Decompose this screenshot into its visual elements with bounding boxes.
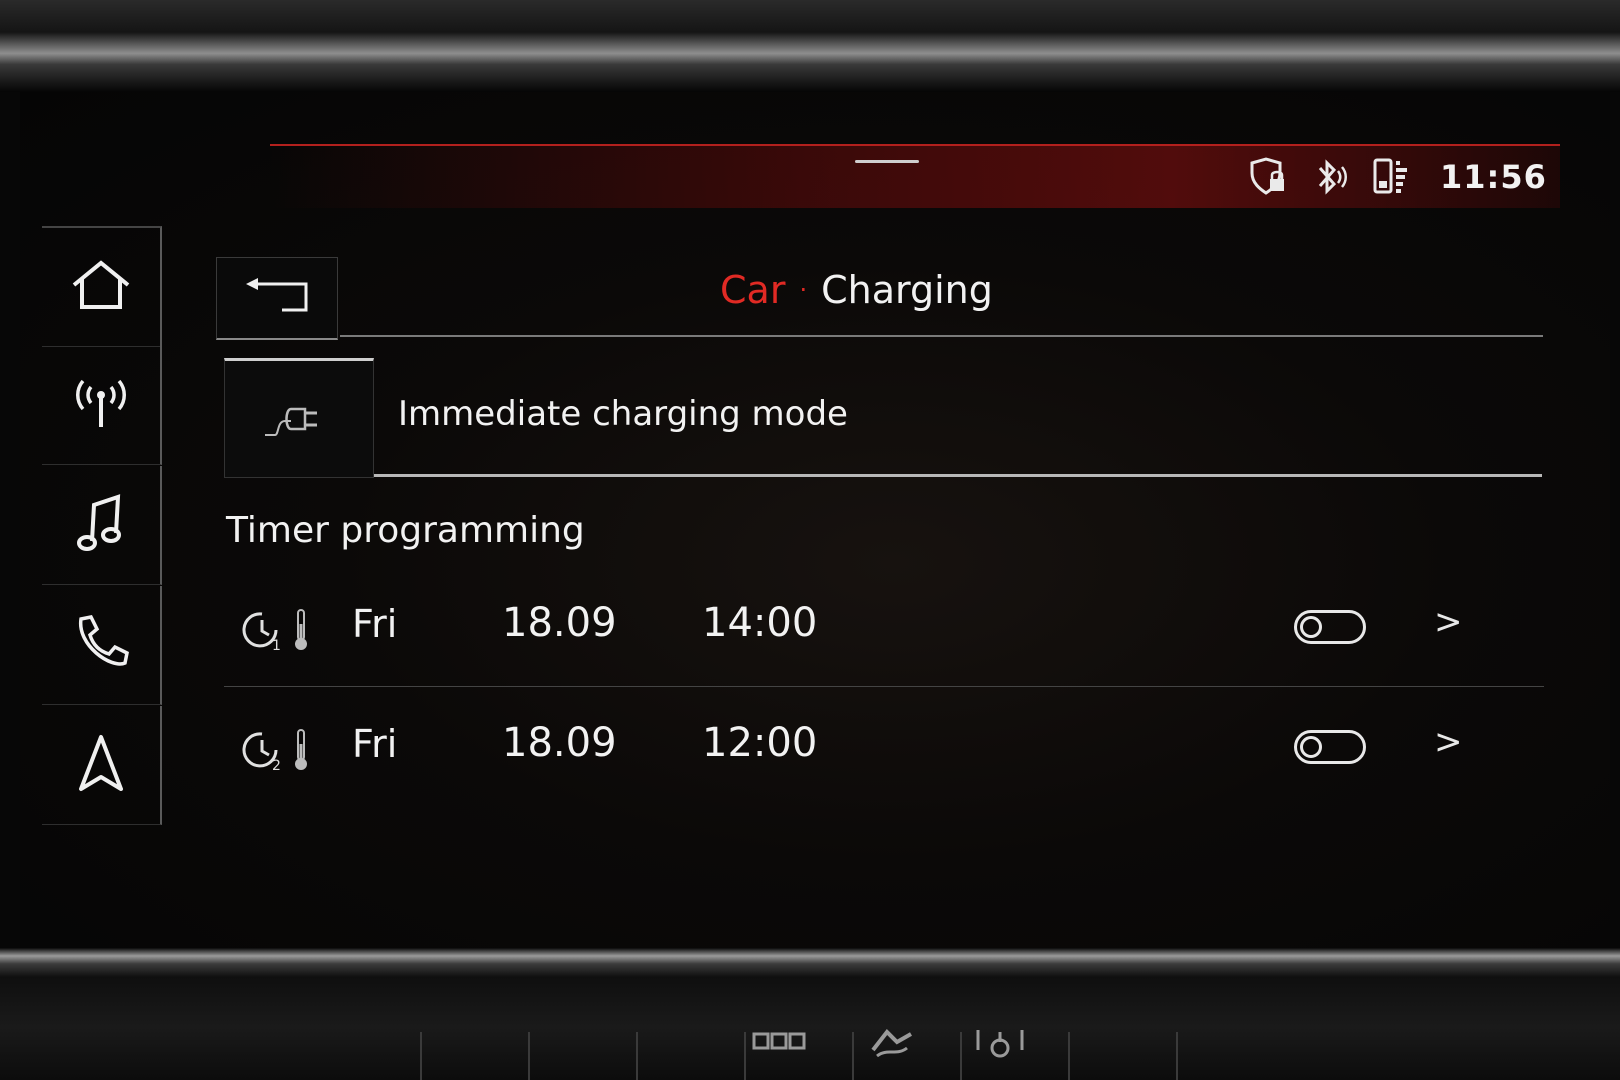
- status-icons: 11:56: [1248, 154, 1547, 200]
- infotainment-screen: 11:56 Car · Charging Immediate charging …: [20, 92, 1610, 948]
- stability-control-icon[interactable]: [862, 1026, 922, 1066]
- music-note-icon: [76, 493, 126, 557]
- phone-battery-icon: [1372, 157, 1410, 197]
- side-navigation: [42, 226, 162, 826]
- hw-divider: [528, 1032, 530, 1080]
- timer-row-2[interactable]: 2 Fri 18.09 12:00 >: [224, 700, 1544, 810]
- timer-clock-icon: 1: [240, 608, 284, 656]
- back-arrow-icon: [242, 276, 312, 320]
- header-divider: [340, 335, 1543, 337]
- svg-text:2: 2: [272, 758, 281, 772]
- status-clock: 11:56: [1440, 158, 1547, 196]
- timer-row-divider: [224, 686, 1544, 687]
- nav-home-button[interactable]: [42, 226, 162, 347]
- back-button[interactable]: [216, 257, 338, 340]
- timer-icons: 2: [240, 728, 310, 776]
- home-icon: [70, 259, 132, 315]
- page-title: Charging: [821, 268, 993, 312]
- hw-divider: [852, 1032, 854, 1080]
- hw-divider: [960, 1032, 962, 1080]
- chevron-right-icon[interactable]: >: [1434, 722, 1463, 762]
- timer-date: 18.09: [502, 600, 617, 646]
- phone-icon: [71, 613, 131, 677]
- hw-divider: [1068, 1032, 1070, 1080]
- timer-day: Fri: [352, 722, 398, 766]
- immediate-charging-icon-box: [224, 358, 374, 478]
- timer-toggle[interactable]: [1294, 610, 1366, 644]
- svg-text:1: 1: [272, 638, 281, 652]
- bluetooth-icon: [1312, 157, 1348, 197]
- chevron-right-icon[interactable]: >: [1434, 602, 1463, 642]
- toggle-knob: [1300, 616, 1322, 638]
- hazard-bar-icon[interactable]: [750, 1026, 810, 1066]
- thermometer-icon: [292, 608, 310, 656]
- nav-radio-button[interactable]: [42, 346, 162, 465]
- timer-date: 18.09: [502, 720, 617, 766]
- radio-antenna-icon: [71, 375, 131, 435]
- timer-time: 14:00: [702, 600, 818, 646]
- timer-clock-icon: 2: [240, 728, 284, 776]
- timer-time: 12:00: [702, 720, 818, 766]
- immediate-charging-row[interactable]: Immediate charging mode: [224, 358, 1544, 478]
- pull-down-handle[interactable]: [855, 160, 919, 163]
- hardware-button-strip: [70, 1020, 1550, 1080]
- hw-divider: [744, 1032, 746, 1080]
- toggle-knob: [1300, 736, 1322, 758]
- timer-day: Fri: [352, 602, 398, 646]
- hw-divider: [1176, 1032, 1178, 1080]
- parking-assist-icon[interactable]: [970, 1026, 1030, 1066]
- timer-row-1[interactable]: 1 Fri 18.09 14:00 >: [224, 580, 1544, 690]
- immediate-charging-divider: [374, 474, 1542, 477]
- nav-media-button[interactable]: [42, 466, 162, 585]
- privacy-shield-lock-icon: [1248, 157, 1288, 197]
- hw-divider: [420, 1032, 422, 1080]
- breadcrumb-separator: ·: [799, 276, 808, 304]
- nav-phone-button[interactable]: [42, 586, 162, 705]
- nav-navigation-button[interactable]: [42, 706, 162, 825]
- timer-programming-title: Timer programming: [226, 510, 585, 551]
- breadcrumb: Car · Charging: [720, 268, 993, 312]
- navigation-arrow-icon: [76, 733, 126, 797]
- charging-plug-icon: [261, 395, 337, 443]
- thermometer-icon: [292, 728, 310, 776]
- bezel-top: [0, 0, 1620, 92]
- immediate-charging-label: Immediate charging mode: [398, 394, 848, 434]
- breadcrumb-parent-link[interactable]: Car: [720, 268, 785, 312]
- hw-divider: [636, 1032, 638, 1080]
- timer-icons: 1: [240, 608, 310, 656]
- timer-toggle[interactable]: [1294, 730, 1366, 764]
